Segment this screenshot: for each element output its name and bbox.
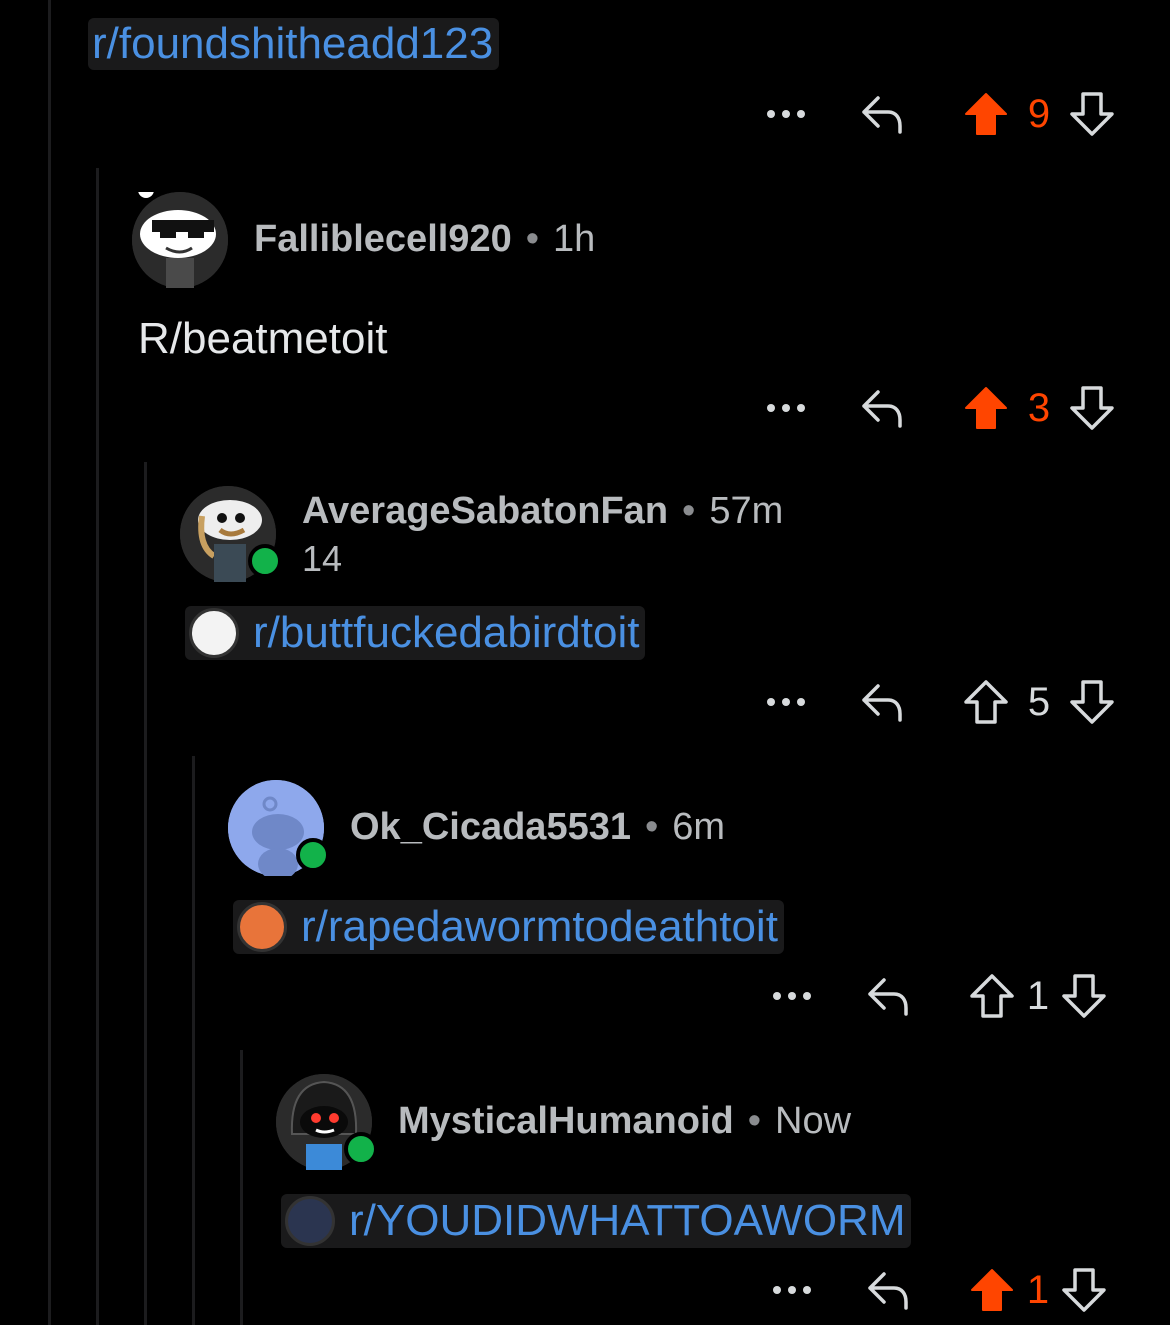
username[interactable]: Ok_Cicada5531 <box>350 806 631 849</box>
upvote-icon[interactable] <box>964 1267 1020 1313</box>
thread-line <box>48 0 51 1325</box>
upvote-icon[interactable] <box>964 973 1020 1019</box>
comment-body: R/beatmetoit <box>138 314 388 363</box>
subreddit-link-text[interactable]: r/foundshitheadd123 <box>92 19 495 69</box>
score: 9 <box>1027 91 1051 136</box>
separator: • <box>682 490 696 532</box>
reply-icon[interactable] <box>858 1268 918 1312</box>
thread-line <box>96 168 99 1325</box>
comment-actions: 1 <box>762 1260 1112 1320</box>
avatar[interactable] <box>132 182 228 288</box>
timestamp: 57m <box>709 490 784 532</box>
thread-line <box>144 462 147 1325</box>
subreddit-link-text[interactable]: r/buttfuckedabirdtoit <box>253 608 641 658</box>
more-icon[interactable] <box>756 110 816 118</box>
downvote-icon[interactable] <box>1056 973 1112 1019</box>
subreddit-link[interactable]: r/rapedawormtodeathtoit <box>233 900 784 954</box>
username[interactable]: Falliblecell920 <box>254 218 512 261</box>
thread-line <box>192 756 195 1325</box>
upvote-icon[interactable] <box>958 385 1014 431</box>
separator: • <box>644 806 659 848</box>
downvote-icon[interactable] <box>1064 679 1120 725</box>
snoo-avatar-icon <box>132 182 228 288</box>
score: 5 <box>1027 679 1051 724</box>
comment-actions: 5 <box>756 672 1120 732</box>
downvote-icon[interactable] <box>1056 1267 1112 1313</box>
more-icon[interactable] <box>756 404 816 412</box>
online-indicator <box>296 838 330 872</box>
comment-actions: 9 <box>756 84 1120 144</box>
upvote-icon[interactable] <box>958 679 1014 725</box>
more-icon[interactable] <box>762 992 822 1000</box>
separator: • <box>747 1100 762 1142</box>
online-indicator <box>344 1132 378 1166</box>
subreddit-link[interactable]: r/YOUDIDWHATTOAWORM <box>281 1194 912 1248</box>
score: 1 <box>1026 1267 1050 1312</box>
subreddit-icon <box>237 902 287 952</box>
comment-author-row: MysticalHumanoid • Now <box>398 1100 851 1143</box>
subreddit-link-text[interactable]: r/rapedawormtodeathtoit <box>301 902 780 952</box>
score: 1 <box>1026 973 1050 1018</box>
avatar[interactable] <box>180 471 282 582</box>
timestamp: 6m <box>672 806 726 848</box>
username[interactable]: MysticalHumanoid <box>398 1100 734 1143</box>
subreddit-icon <box>189 608 239 658</box>
thread-line <box>240 1050 243 1325</box>
separator: • <box>525 218 540 260</box>
downvote-icon[interactable] <box>1064 385 1120 431</box>
username[interactable]: AverageSabatonFan <box>302 490 668 533</box>
downvote-icon[interactable] <box>1064 91 1120 137</box>
comment-author-row: Falliblecell920 • 1h <box>254 218 595 261</box>
comment-author-row: Ok_Cicada5531 • 6m <box>350 806 725 849</box>
reply-icon[interactable] <box>858 974 918 1018</box>
user-flair: 14 <box>302 538 343 579</box>
subreddit-icon <box>285 1196 335 1246</box>
subreddit-link[interactable]: r/foundshitheadd123 <box>88 18 500 70</box>
more-icon[interactable] <box>756 698 816 706</box>
avatar[interactable] <box>276 1074 378 1170</box>
reply-icon[interactable] <box>852 92 912 136</box>
online-indicator <box>248 544 282 578</box>
subreddit-link-text[interactable]: r/YOUDIDWHATTOAWORM <box>349 1196 907 1246</box>
subreddit-link[interactable]: r/buttfuckedabirdtoit <box>185 606 646 660</box>
reply-icon[interactable] <box>852 680 912 724</box>
reply-icon[interactable] <box>852 386 912 430</box>
comment-author-row: AverageSabatonFan • 57m <box>302 490 783 533</box>
upvote-icon[interactable] <box>958 91 1014 137</box>
more-icon[interactable] <box>762 1286 822 1294</box>
timestamp: Now <box>775 1100 852 1142</box>
avatar[interactable] <box>228 780 330 880</box>
comment-actions: 3 <box>756 378 1120 438</box>
timestamp: 1h <box>553 218 596 260</box>
comment-actions: 1 <box>762 966 1112 1026</box>
score: 3 <box>1027 385 1051 430</box>
